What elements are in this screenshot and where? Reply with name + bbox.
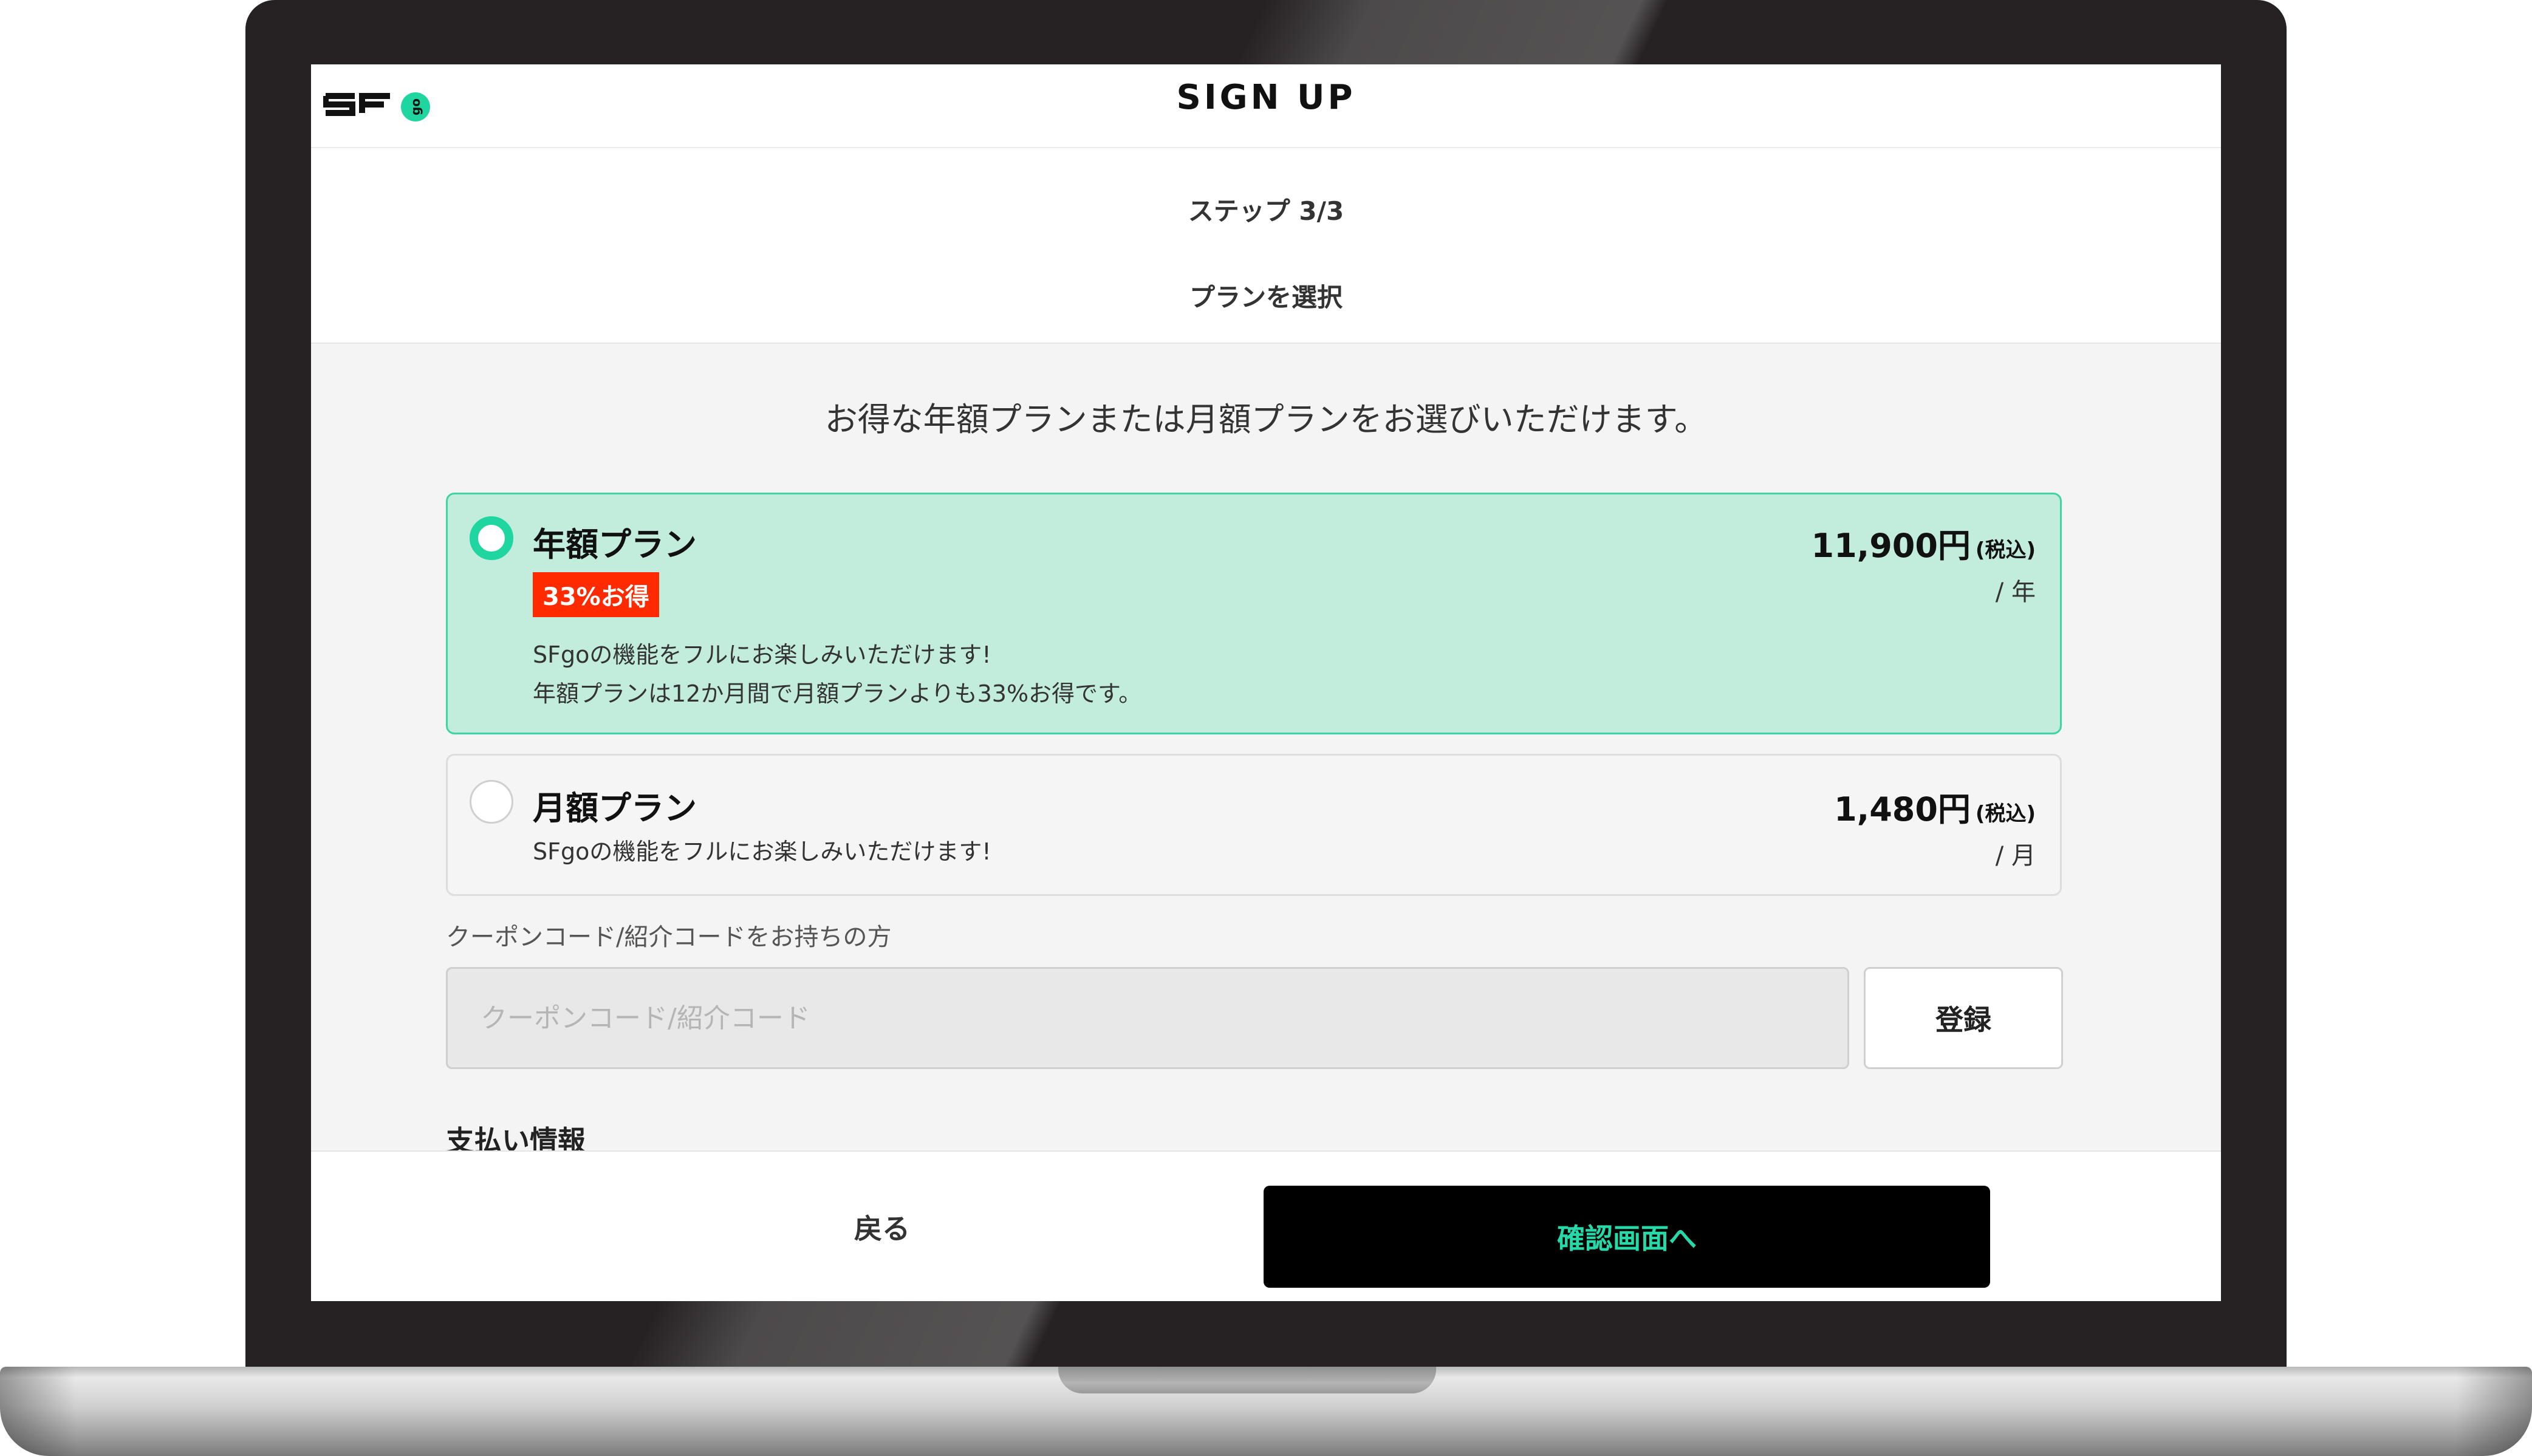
plan-price: 1,480円 (税込) (1834, 782, 2036, 830)
top-bar: go SIGN UP (311, 64, 2221, 148)
plan-name: 年額プラン (533, 525, 697, 564)
step-indicator: ステップ 3/3 プランを選択 (311, 148, 2221, 344)
plan-card-annual[interactable]: 年額プラン 33%お得 SFgoの機能をフルにお楽しみいただけます! 年額プラン… (446, 493, 2062, 734)
coupon-input[interactable] (446, 967, 1849, 1069)
footer-bar: 戻る 確認画面へ (311, 1150, 2221, 1301)
app-screen: go SIGN UP ステップ 3/3 プランを選択 お得な年額プランまたは月額… (311, 64, 2221, 1301)
radio-selected-icon[interactable] (470, 516, 513, 560)
laptop-notch (1058, 1367, 1436, 1393)
plan-description: SFgoの機能をフルにお楽しみいただけます! 年額プランは12か月間で月額プラン… (533, 635, 1141, 713)
step-count: ステップ 3/3 (1188, 196, 1344, 226)
radio-unselected-icon[interactable] (470, 780, 513, 824)
plan-description-line: SFgoの機能をフルにお楽しみいただけます! (533, 641, 991, 668)
plan-card-monthly[interactable]: 月額プラン SFgoの機能をフルにお楽しみいただけます! 1,480円 (税込) … (446, 754, 2062, 896)
plan-description: SFgoの機能をフルにお楽しみいただけます! (533, 838, 991, 865)
step-title: プランを選択 (1189, 282, 1343, 312)
price-amount: 11,900円 (1811, 527, 1971, 565)
plan-name: 月額プラン (533, 789, 697, 827)
discount-badge: 33%お得 (533, 572, 659, 617)
confirm-button[interactable]: 確認画面へ (1264, 1186, 1990, 1288)
billing-period: / 年 (1995, 578, 2036, 606)
coupon-label: クーポンコード/紹介コードをお持ちの方 (446, 923, 892, 951)
plan-price: 11,900円 (税込) (1812, 519, 2036, 567)
page-title: SIGN UP (1176, 78, 1356, 117)
billing-period: / 月 (1995, 842, 2036, 870)
tax-label: (税込) (1975, 538, 2036, 562)
plan-lead-text: お得な年額プランまたは月額プランをお選びいただけます。 (824, 400, 1708, 439)
price-amount: 1,480円 (1834, 790, 1971, 829)
plan-description-line: 年額プランは12か月間で月額プランよりも33%お得です。 (533, 680, 1142, 707)
tax-label: (税込) (1975, 802, 2036, 826)
register-coupon-button[interactable]: 登録 (1864, 967, 2063, 1069)
